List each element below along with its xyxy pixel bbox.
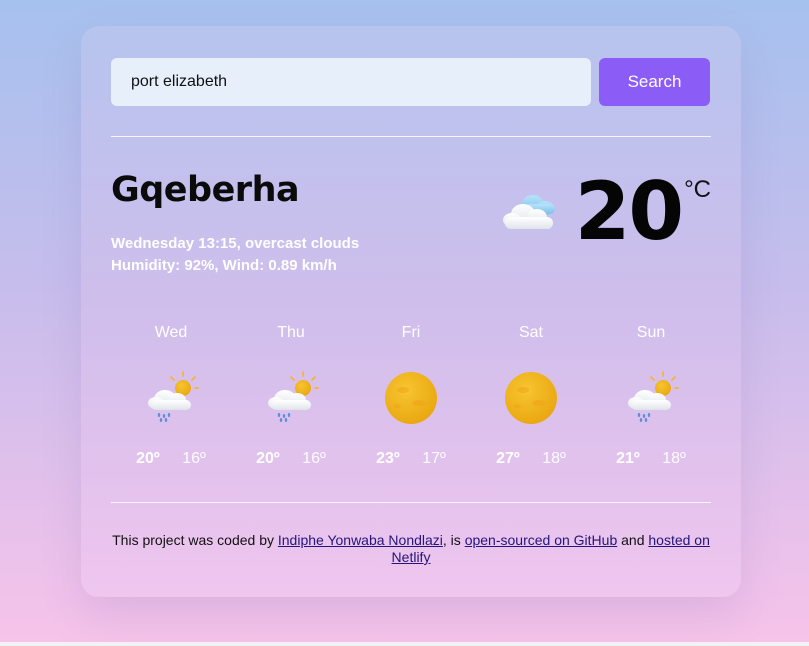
footer-text: and <box>617 532 649 548</box>
forecast: Wed 20º 16º Thu 20º 16º Fri 23º 17º Sat <box>111 324 711 468</box>
forecast-min: 17º <box>422 450 446 467</box>
top-divider <box>111 136 711 137</box>
forecast-max: 20º <box>256 450 280 467</box>
forecast-temps: 27º 18º <box>471 450 591 468</box>
date-description: Wednesday 13:15, overcast clouds <box>111 235 360 252</box>
forecast-day: Wed 20º 16º <box>111 324 231 468</box>
forecast-day-name: Wed <box>154 324 188 341</box>
weather-card: Search Gqeberha Wednesday 13:15, overcas… <box>81 26 741 597</box>
page-bottom-strip <box>0 642 809 646</box>
search-form: Search <box>111 58 711 106</box>
forecast-day-name: Fri <box>401 324 421 341</box>
rain-sun-icon <box>143 370 199 426</box>
author-link[interactable]: Indiphe Yonwaba Nondlazi <box>278 532 443 548</box>
forecast-min: 18º <box>542 450 566 467</box>
rain-sun-icon <box>263 370 319 426</box>
current-temperature-block: 20 °C <box>501 172 711 252</box>
weather-details: Wednesday 13:15, overcast clouds Humidit… <box>111 233 359 277</box>
forecast-day: Thu 20º 16º <box>231 324 351 468</box>
sun-icon <box>383 370 439 426</box>
sun-icon <box>503 370 559 426</box>
forecast-day-name: Sun <box>636 324 666 341</box>
city-name: Gqeberha <box>111 170 300 210</box>
current-temperature: 20 <box>574 165 684 258</box>
bottom-divider <box>111 502 711 503</box>
forecast-day-name: Sat <box>518 324 543 341</box>
forecast-max: 21º <box>616 450 640 467</box>
forecast-temps: 21º 18º <box>591 450 711 468</box>
temperature-unit: °C <box>684 176 711 203</box>
forecast-day: Sat 27º 18º <box>471 324 591 468</box>
search-button[interactable]: Search <box>599 58 710 106</box>
footer-prefix: This project was coded by <box>112 532 278 548</box>
forecast-min: 16º <box>302 450 326 467</box>
forecast-temps: 20º 16º <box>111 450 231 468</box>
forecast-day-name: Thu <box>277 324 305 341</box>
footer: This project was coded by Indiphe Yonwab… <box>111 532 711 566</box>
forecast-min: 18º <box>662 450 686 467</box>
search-input[interactable] <box>111 58 591 106</box>
footer-text: , is <box>442 532 465 548</box>
github-link[interactable]: open-sourced on GitHub <box>465 532 618 548</box>
forecast-min: 16º <box>182 450 206 467</box>
humidity-wind: Humidity: 92%, Wind: 0.89 km/h <box>111 257 337 274</box>
rain-sun-icon <box>623 370 679 426</box>
forecast-max: 27º <box>496 450 520 467</box>
forecast-max: 23º <box>376 450 400 467</box>
forecast-max: 20º <box>136 450 160 467</box>
overcast-clouds-icon <box>501 190 561 234</box>
forecast-day: Fri 23º 17º <box>351 324 471 468</box>
forecast-temps: 23º 17º <box>351 450 471 468</box>
forecast-temps: 20º 16º <box>231 450 351 468</box>
forecast-day: Sun 21º 18º <box>591 324 711 468</box>
